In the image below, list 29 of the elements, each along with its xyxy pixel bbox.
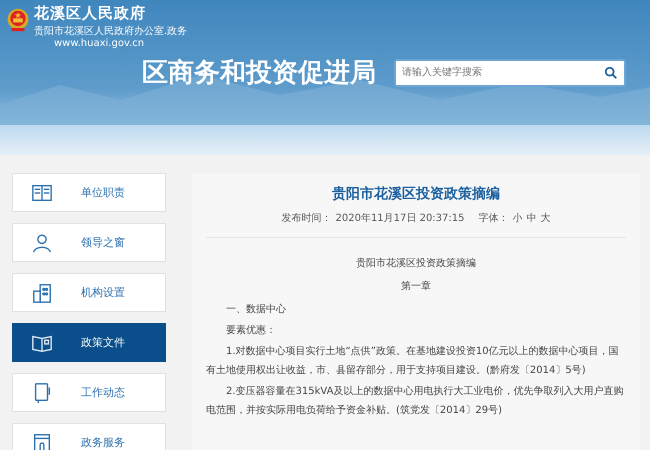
site-subtitle: 贵阳市花溪区人民政府办公室.政务 — [34, 24, 188, 38]
article-paragraph: 要素优惠： — [225, 324, 277, 338]
article-title: 贵阳市花溪区投资政策摘编 — [331, 185, 501, 203]
article-paragraph: 第一章 — [400, 280, 432, 294]
emblem-icon — [6, 6, 30, 34]
article-paragraph: 1.对数据中心项目实行土地“点供”政策。在基地建设投资10亿元以上的数据中心项目，国有土地使用权出让收益，市、县留存部分，用于支持项目建设。(黔府发〔2014〕5号) — [206, 344, 620, 378]
sidebar-item[interactable]: 机构设置 — [12, 273, 166, 312]
document-icon — [31, 432, 53, 450]
meta-label: 发布时间： — [282, 212, 332, 225]
building-icon — [31, 282, 53, 304]
font-size-link[interactable]: 大 — [540, 211, 550, 225]
article-paragraph: 一、数据中心 — [225, 302, 287, 317]
font-label: 字体： — [478, 212, 508, 225]
search-icon[interactable] — [604, 66, 618, 80]
sidebar-item[interactable]: 单位职责 — [12, 173, 166, 212]
publish-date: 2020年11月17日 20:37:15 — [336, 212, 464, 225]
article-paragraph: 贵阳市花溪区投资政策摘编 — [355, 256, 477, 271]
department-title: 区商务和投资促进局 — [142, 57, 376, 90]
site-url: www.huaxi.gov.cn — [53, 38, 146, 49]
sidebar-item[interactable]: 工作动态 — [12, 373, 166, 412]
site-name: 花溪区人民政府 — [34, 4, 147, 23]
article-paragraph: 2.变压器容量在315kVA及以上的数据中心用电执行大工业电价，优先争取列入大用户直购电范围，并按实际用电负荷给予资金补贴。(筑党发〔2014〕29号) — [206, 384, 624, 418]
sidebar-item[interactable]: 政策文件 — [12, 323, 166, 362]
font-size-link[interactable]: 小 — [512, 211, 522, 225]
font-size-link[interactable]: 中 — [526, 211, 536, 225]
person-icon — [31, 232, 53, 254]
sidebar-item[interactable]: 领导之窗 — [12, 223, 166, 262]
search-field[interactable]: 请输入关键字搜索 — [394, 58, 626, 86]
sidebar-item[interactable]: 政务服务 — [12, 423, 166, 450]
